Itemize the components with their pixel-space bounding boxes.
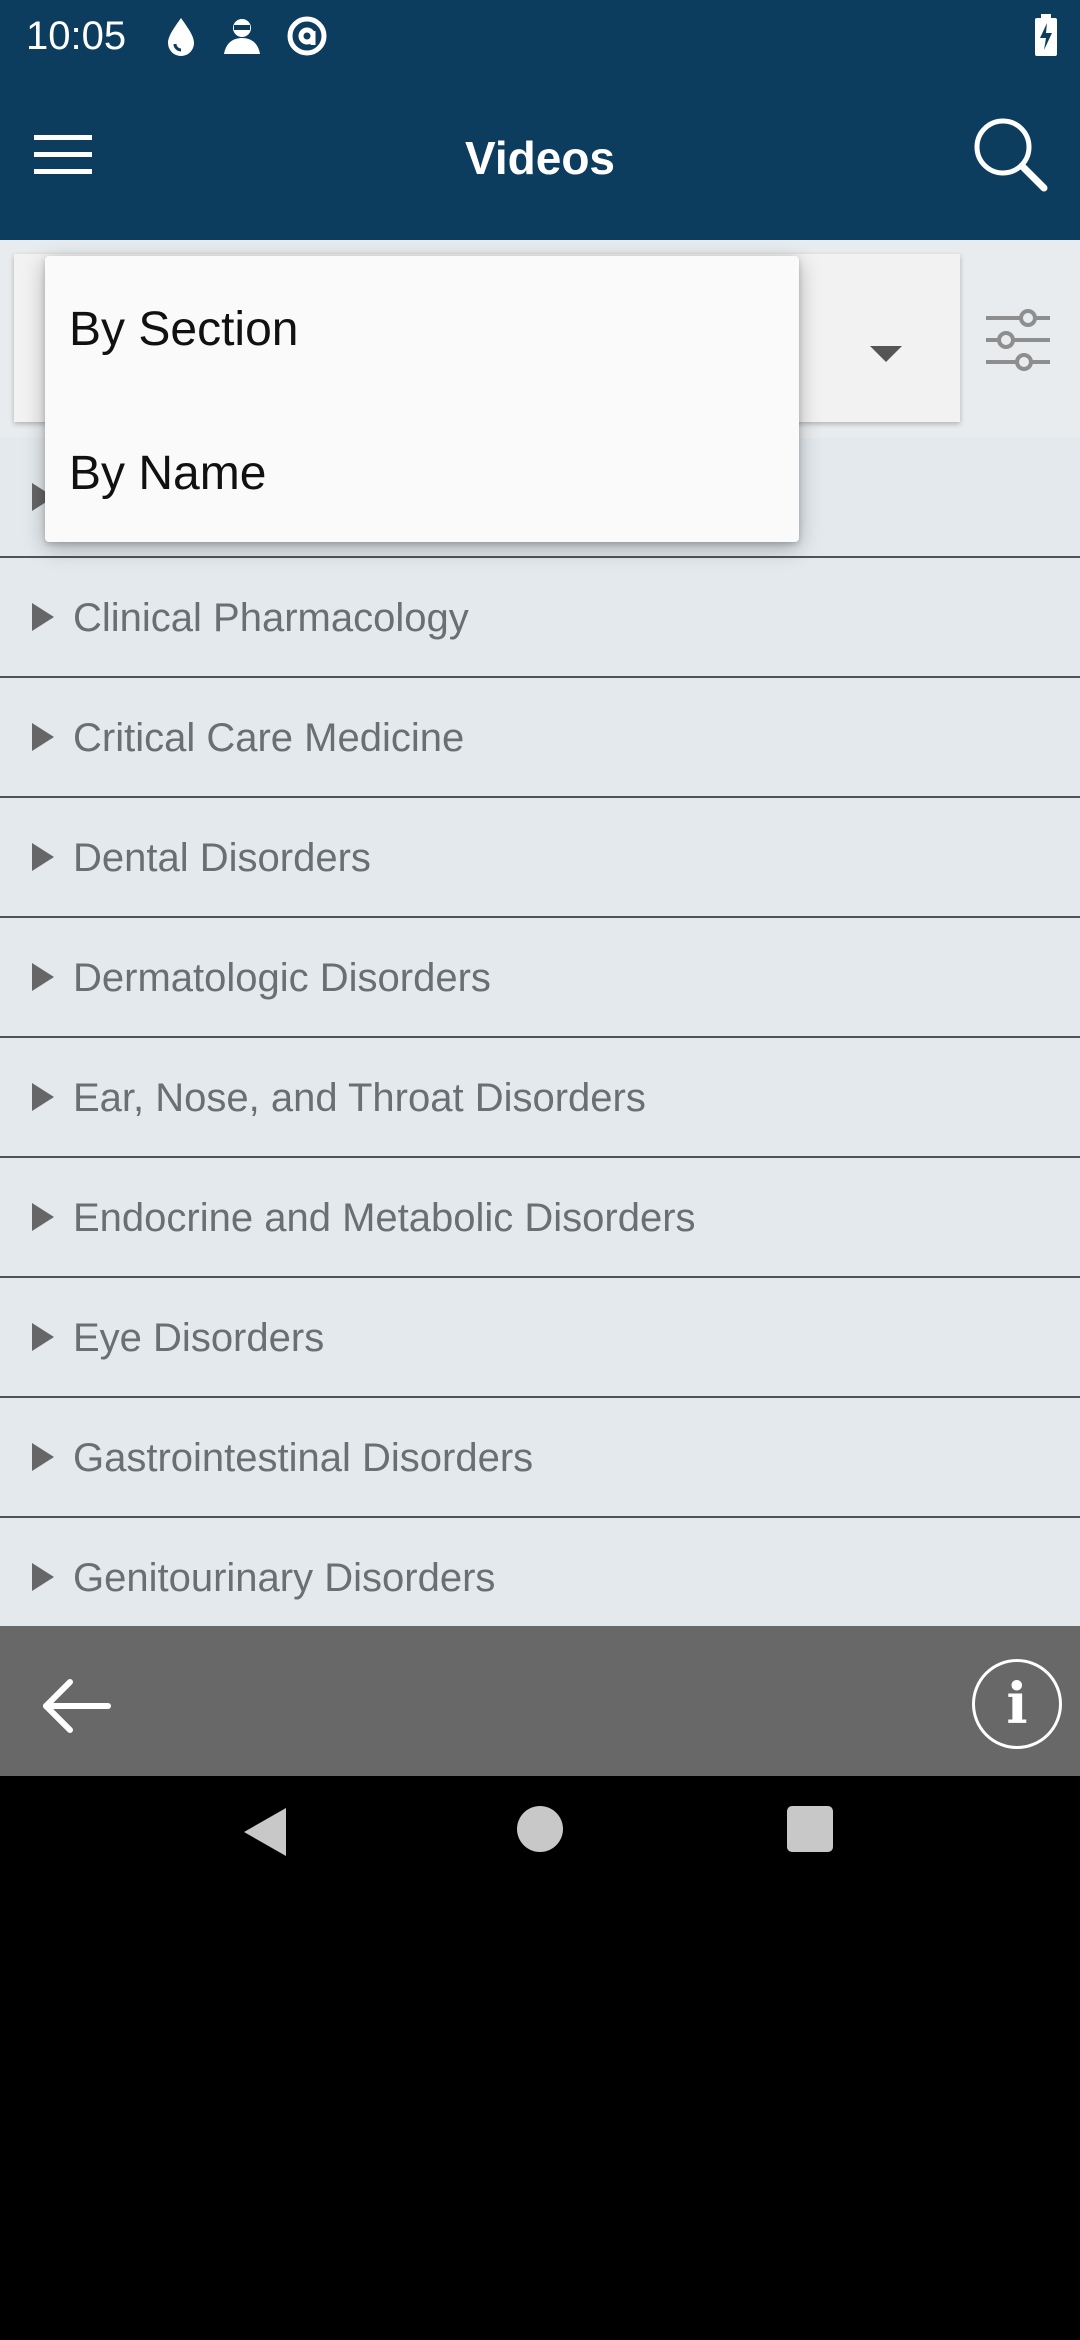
list-item[interactable]: Genitourinary Disorders (0, 1518, 1080, 1626)
sort-dropdown-menu: By Section By Name (45, 256, 799, 542)
status-notification-icons (164, 14, 328, 58)
expand-arrow-icon (32, 843, 54, 871)
search-icon (974, 118, 1048, 192)
expand-arrow-icon (32, 1083, 54, 1111)
expand-arrow-icon (32, 1323, 54, 1351)
search-button[interactable] (970, 114, 1050, 194)
expand-arrow-icon (32, 963, 54, 991)
app-bar: Videos (0, 72, 1080, 240)
chevron-down-icon (870, 346, 902, 362)
nav-home-icon[interactable] (517, 1806, 563, 1852)
list-item-label: Clinical Pharmacology (73, 596, 469, 640)
sliders-icon (986, 309, 1050, 371)
info-button[interactable]: i (972, 1659, 1062, 1749)
list-item-label: Genitourinary Disorders (73, 1556, 496, 1600)
dropdown-option-by-section[interactable]: By Section (69, 300, 298, 360)
list-item-label: Endocrine and Metabolic Disorders (73, 1196, 696, 1240)
expand-arrow-icon (32, 1443, 54, 1471)
water-drop-icon (164, 16, 198, 56)
list-item[interactable]: Eye Disorders (0, 1278, 1080, 1398)
list-item[interactable]: Endocrine and Metabolic Disorders (0, 1158, 1080, 1278)
nav-recents-icon[interactable] (787, 1806, 833, 1852)
system-nav-bar (0, 1776, 1080, 1896)
list-item-label: Critical Care Medicine (73, 716, 465, 760)
incognito-icon (220, 16, 264, 56)
category-list: Clinical Pharmacology Critical Care Medi… (0, 438, 1080, 1626)
list-item[interactable]: Gastrointestinal Disorders (0, 1398, 1080, 1518)
list-item-label: Dental Disorders (73, 836, 371, 880)
list-item[interactable]: Dental Disorders (0, 798, 1080, 918)
screen-blank-area (0, 1896, 1080, 2340)
arrow-left-icon (43, 1679, 111, 1733)
status-bar: 10:05 (0, 0, 1080, 72)
expand-arrow-icon (32, 1203, 54, 1231)
bottom-toolbar: i (0, 1626, 1080, 1776)
expand-arrow-icon (32, 1563, 54, 1591)
filter-button[interactable] (984, 306, 1052, 374)
list-item-label: Gastrointestinal Disorders (73, 1436, 534, 1480)
list-item[interactable]: Clinical Pharmacology (0, 558, 1080, 678)
nav-back-icon[interactable] (242, 1806, 288, 1863)
dropdown-option-by-name[interactable]: By Name (69, 444, 266, 504)
list-item-label: Dermatologic Disorders (73, 956, 491, 1000)
expand-arrow-icon (32, 603, 54, 631)
list-item-label: Ear, Nose, and Throat Disorders (73, 1076, 646, 1120)
back-button[interactable] (36, 1666, 116, 1746)
list-item[interactable]: Ear, Nose, and Throat Disorders (0, 1038, 1080, 1158)
list-item-label: Eye Disorders (73, 1316, 325, 1360)
list-item[interactable]: Dermatologic Disorders (0, 918, 1080, 1038)
page-title: Videos (465, 132, 615, 184)
list-item[interactable]: Critical Care Medicine (0, 678, 1080, 798)
battery-charging-icon (1034, 14, 1058, 61)
expand-arrow-icon (32, 723, 54, 751)
status-time: 10:05 (26, 14, 127, 58)
at-sign-icon (286, 15, 328, 57)
info-icon: i (1006, 1671, 1028, 1737)
